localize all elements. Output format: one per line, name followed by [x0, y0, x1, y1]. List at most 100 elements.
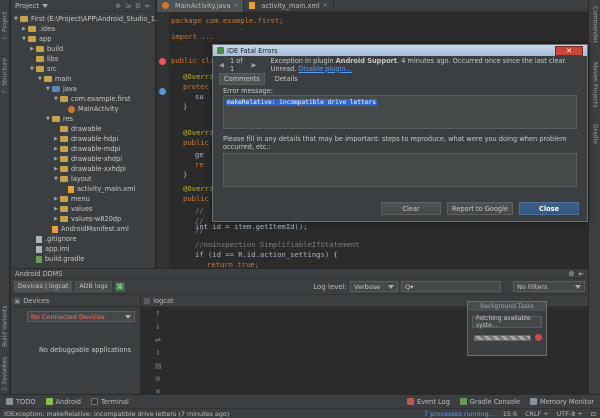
code-line[interactable]: // [195, 206, 204, 216]
code-line[interactable]: } [183, 170, 187, 180]
code-line[interactable]: import ... [171, 32, 214, 42]
tree-item[interactable]: ▶ build [30, 44, 63, 54]
tool-terminal[interactable]: Terminal [91, 398, 129, 406]
tool-tab-commander[interactable]: Commander [591, 4, 599, 44]
tree-item[interactable]: ▶ drawable-xhdpi [54, 154, 122, 164]
tree-item[interactable]: ▶ menu [54, 194, 90, 204]
logcat-search-input[interactable]: Q▾ [401, 281, 501, 292]
report-to-google-button[interactable]: Report to Google [447, 202, 513, 215]
close-icon[interactable]: × [233, 2, 238, 9]
close-button[interactable]: Close [519, 202, 579, 215]
close-icon[interactable]: ✕ [555, 45, 583, 56]
code-line[interactable]: package com.example.first; [171, 16, 284, 26]
tree-item[interactable]: MainActivity [62, 104, 118, 114]
arrow-down-icon[interactable]: ↓ [155, 323, 165, 331]
print-icon[interactable]: ▤ [155, 362, 165, 370]
tree-item[interactable]: ▶ values-w820dp [54, 214, 121, 224]
next-error-icon[interactable]: ▶ [252, 61, 257, 69]
tree-item[interactable]: AndroidManifest.xml [46, 224, 129, 234]
tool-todo[interactable]: TODO [6, 398, 36, 406]
tab-mainactivity-java[interactable]: MainActivity.java × [157, 0, 245, 12]
error-message-field[interactable]: makeRelative: incompatible drive letters [223, 95, 577, 129]
hide-icon[interactable]: ⇤ [578, 270, 584, 278]
tree-item[interactable]: ▶ drawable-xxhdpi [54, 164, 126, 174]
gear-icon[interactable]: ⚙ [135, 2, 141, 10]
tree-item[interactable]: ▼ java [46, 84, 77, 94]
hide-icon[interactable]: ⇤ [145, 2, 151, 10]
tree-item[interactable]: ▶ drawable-hdpi [54, 134, 118, 144]
tab-details[interactable]: Details [271, 74, 302, 84]
clear-button[interactable]: Clear [381, 202, 441, 215]
tree-item[interactable]: build.gradle [30, 254, 84, 264]
tool-tab-build-variants[interactable]: Build Variants [1, 302, 9, 350]
sync-icon[interactable]: ⊕ [115, 2, 121, 10]
tree-item[interactable]: ▼ app [22, 34, 51, 44]
code-line[interactable]: @Overri [183, 184, 213, 194]
override-gutter-icon[interactable] [159, 88, 166, 95]
tool-tab-gradle[interactable]: Gradle [591, 120, 599, 148]
previous-error-icon[interactable]: ◀ [219, 61, 224, 69]
tree-item[interactable]: libs [30, 54, 58, 64]
tool-memory-monitor[interactable]: Memory Monitor [530, 398, 594, 406]
tree-item[interactable]: ▼ res [46, 114, 73, 124]
restart-icon[interactable]: ⌘ [114, 281, 125, 292]
tree-item[interactable]: drawable [54, 124, 101, 134]
disable-plugin-link[interactable]: Disable plugin... [299, 65, 352, 73]
tool-tab-project[interactable]: 1: Project [1, 6, 9, 46]
code-line[interactable]: int id = item.getItemId(); [195, 222, 308, 232]
tool-event-log[interactable]: Event Log [407, 398, 450, 406]
lock-icon[interactable]: ⊡ [591, 410, 596, 418]
arrow-up-icon[interactable]: ↑ [155, 310, 165, 318]
project-view-selector[interactable]: Project [15, 2, 39, 10]
cancel-task-icon[interactable] [535, 334, 542, 341]
tree-item[interactable]: ▶ values [54, 204, 92, 214]
tree-item[interactable]: ▼ src [30, 64, 57, 74]
tool-gradle-console[interactable]: Gradle Console [459, 398, 520, 406]
file-encoding[interactable]: UTF-8 ÷ [557, 410, 583, 418]
code-line[interactable]: public [183, 194, 209, 204]
log-level-select[interactable]: Verbose [350, 281, 398, 292]
tree-item[interactable]: ▼ main [38, 74, 71, 84]
chevron-down-icon[interactable] [41, 3, 48, 8]
line-separator[interactable]: CRLF ÷ [525, 410, 549, 418]
gear-icon[interactable]: ⚙ [569, 270, 575, 278]
tab-devices-logcat[interactable]: Devices | logcat [14, 281, 73, 292]
code-line[interactable]: re [195, 160, 204, 170]
code-line[interactable]: //noinspection SimplifiableIfStatement [195, 240, 359, 250]
code-line[interactable]: protec [183, 82, 209, 92]
tool-tab-structure[interactable]: 7: Structure [1, 52, 9, 100]
tab-activity-main-xml[interactable]: activity_main.xml × [244, 0, 334, 12]
code-line[interactable]: @Overri [183, 72, 213, 82]
tab-adb-logs[interactable]: ADB logs [75, 281, 112, 292]
caret-position[interactable]: 15:6 [503, 410, 517, 418]
code-line[interactable]: @Overri [183, 128, 213, 138]
filter-select[interactable]: No Filters [513, 281, 585, 292]
tab-comments[interactable]: Comments [219, 72, 265, 85]
soft-wrap-icon[interactable]: ⇌ [155, 336, 165, 344]
collapse-icon[interactable]: ⇲ [125, 2, 131, 10]
tree-item[interactable]: ▶ .idea [22, 24, 55, 34]
device-select[interactable]: No Connected Devices [27, 311, 135, 322]
tree-item[interactable]: .gitignore [30, 234, 77, 244]
code-line[interactable]: ge [195, 150, 204, 160]
tool-tab-maven[interactable]: Maven Projects [591, 56, 599, 114]
clear-icon[interactable]: ⊘ [155, 375, 165, 383]
tree-item[interactable]: ▼ com.example.first [54, 94, 131, 104]
details-textarea[interactable] [223, 153, 577, 187]
close-icon[interactable]: × [323, 2, 328, 9]
tree-item[interactable]: ▼ First (E:\Project\APP\Android_Studio_1.… [14, 14, 170, 24]
code-line[interactable]: public [183, 138, 209, 148]
tree-item[interactable]: ▼ layout [54, 174, 92, 184]
code-line[interactable]: su [195, 92, 204, 102]
status-message[interactable]: IOException: makeRelative: incompatible … [4, 410, 229, 418]
processes-running-link[interactable]: 7 processes running... [424, 410, 495, 418]
tree-item[interactable]: activity_main.xml [62, 184, 135, 194]
tool-android[interactable]: Android [45, 398, 81, 406]
scroll-end-icon[interactable]: ⇩ [155, 349, 165, 357]
tree-item[interactable]: ▶ drawable-mdpi [54, 144, 120, 154]
code-line[interactable]: public cla [171, 56, 214, 66]
override-gutter-icon[interactable] [159, 58, 166, 65]
code-line[interactable]: } [183, 102, 187, 112]
code-line[interactable]: if (id == R.id.action_settings) { [195, 250, 338, 260]
tool-tab-favorites[interactable]: 2: Favorites [1, 356, 9, 392]
